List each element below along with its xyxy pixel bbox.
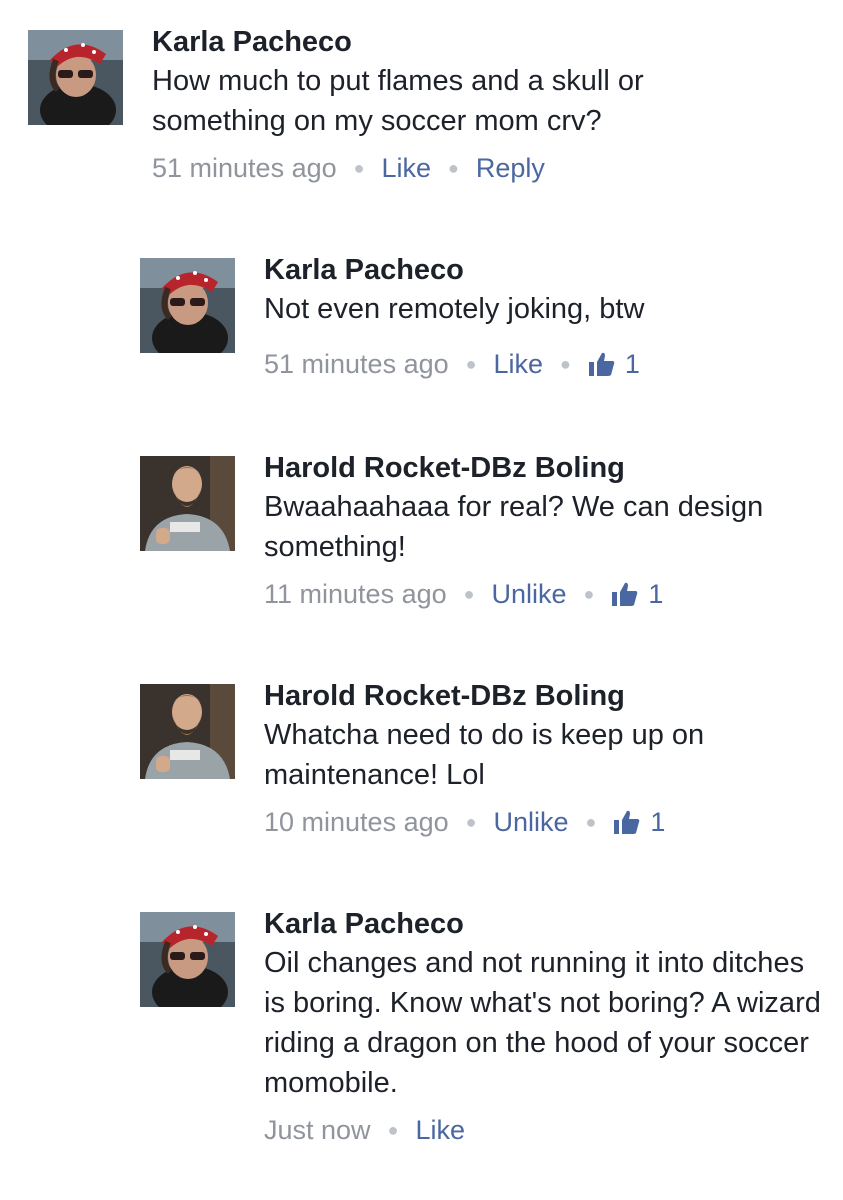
comment-meta: Just now ● Like [264,1113,824,1147]
avatar[interactable] [140,258,235,353]
reply-button[interactable]: Reply [476,151,545,185]
avatar[interactable] [28,30,123,125]
comment-timestamp[interactable]: Just now [264,1113,371,1147]
comment-author[interactable]: Karla Pacheco [152,25,712,59]
comment-text: Oil changes and not running it into ditc… [264,947,821,1099]
separator-dot: ● [463,584,475,604]
comment: Karla Pacheco How much to put flames and… [28,26,712,185]
like-count[interactable]: 1 [613,805,665,839]
comment-meta: 11 minutes ago ● Unlike ● 1 [264,577,824,611]
comment-timestamp[interactable]: 51 minutes ago [152,151,337,185]
like-count-value: 1 [624,349,640,379]
comment-body: Harold Rocket-DBz Boling Whatcha need to… [264,680,824,839]
reply-comment: Karla Pacheco Oil changes and not runnin… [140,908,824,1147]
like-button[interactable]: Like [415,1113,465,1147]
comment-text: Bwaahaahaaa for real? We can design some… [264,491,764,563]
thumbs-up-icon [612,582,638,606]
comment-body: Karla Pacheco Not even remotely joking, … [264,254,824,381]
like-count-value: 1 [648,579,664,609]
comment-text: Whatcha need to do is keep up on mainten… [264,719,705,791]
like-count-value: 1 [650,807,666,837]
comment-body: Karla Pacheco Oil changes and not runnin… [264,908,824,1147]
comment-timestamp[interactable]: 51 minutes ago [264,347,449,381]
separator-dot: ● [583,584,595,604]
separator-dot: ● [448,158,459,178]
comment-meta: 51 minutes ago ● Like ● Reply [152,151,712,185]
separator-dot: ● [465,812,477,832]
avatar-photo [140,258,235,353]
reply-comment: Harold Rocket-DBz Boling Bwaahaahaaa for… [140,452,824,611]
avatar-photo [140,912,235,1007]
separator-dot: ● [387,1120,399,1140]
comment-timestamp[interactable]: 10 minutes ago [264,805,449,839]
comment-meta: 51 minutes ago ● Like ● 1 [264,347,824,381]
separator-dot: ● [353,158,365,178]
thumbs-up-icon [614,810,640,834]
comment-timestamp[interactable]: 11 minutes ago [264,577,447,611]
unlike-button[interactable]: Unlike [492,577,567,611]
avatar[interactable] [140,912,235,1007]
separator-dot: ● [560,354,571,374]
comment-author[interactable]: Harold Rocket-DBz Boling [264,679,824,713]
comment-author[interactable]: Karla Pacheco [264,253,824,287]
reply-comment: Karla Pacheco Not even remotely joking, … [140,254,824,381]
unlike-button[interactable]: Unlike [494,805,569,839]
comment-author[interactable]: Karla Pacheco [264,907,824,941]
avatar[interactable] [140,456,235,551]
comment-author[interactable]: Harold Rocket-DBz Boling [264,451,824,485]
avatar-photo [28,30,123,125]
reply-comment: Harold Rocket-DBz Boling Whatcha need to… [140,680,824,839]
avatar-photo [140,456,235,551]
comment-meta: 10 minutes ago ● Unlike ● 1 [264,805,824,839]
like-button[interactable]: Like [382,151,432,185]
separator-dot: ● [465,354,477,374]
like-button[interactable]: Like [494,347,544,381]
avatar-photo [140,684,235,779]
like-count[interactable]: 1 [588,347,640,381]
comment-text: How much to put flames and a skull or so… [152,65,644,137]
comment-body: Karla Pacheco How much to put flames and… [152,26,712,185]
comment-text: Not even remotely joking, btw [264,293,645,325]
like-count[interactable]: 1 [611,577,663,611]
separator-dot: ● [585,812,597,832]
avatar[interactable] [140,684,235,779]
thumbs-up-icon [588,352,615,376]
comment-body: Harold Rocket-DBz Boling Bwaahaahaaa for… [264,452,824,611]
